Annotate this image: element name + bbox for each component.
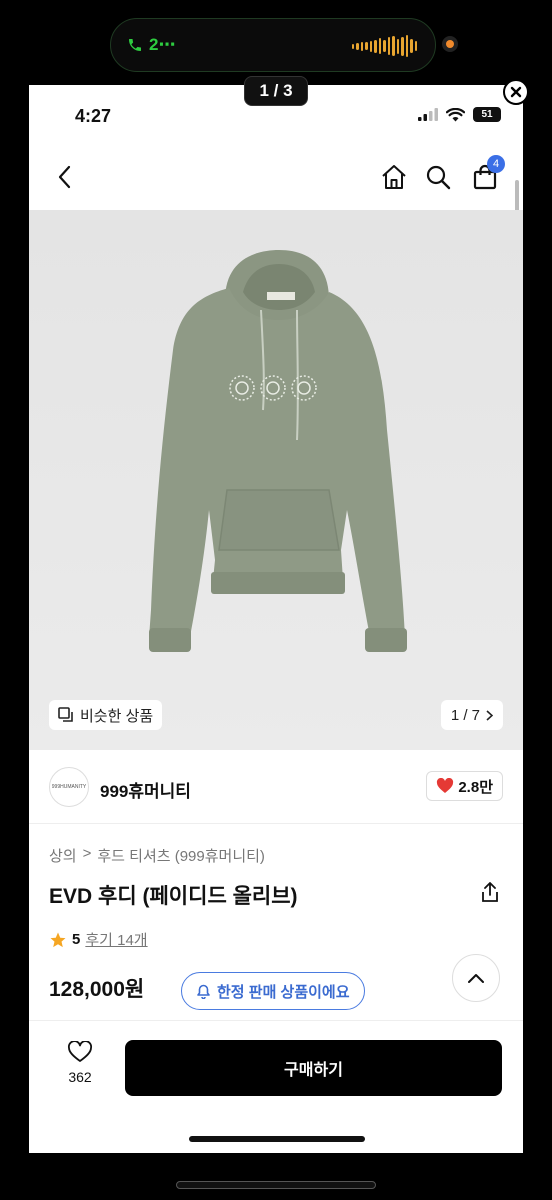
- product-price: 128,000원: [49, 978, 145, 1001]
- similar-products-label: 비슷한 상품: [80, 707, 154, 725]
- search-button[interactable]: [422, 161, 454, 193]
- home-indicator[interactable]: [189, 1136, 365, 1142]
- similar-products-button[interactable]: 비슷한 상품: [49, 700, 163, 730]
- brand-like-count: 2.8만: [458, 778, 493, 796]
- limited-sale-label: 한정 판매 상품이에요: [217, 983, 350, 1001]
- scroll-to-top-button[interactable]: [452, 954, 500, 1002]
- close-icon: [510, 86, 522, 98]
- heart-outline-icon: [68, 1041, 92, 1062]
- bell-icon: [197, 984, 210, 999]
- active-call-indicator[interactable]: 2⋯: [127, 35, 175, 55]
- copy-icon: [58, 707, 73, 722]
- star-icon: [50, 932, 66, 947]
- breadcrumb-category[interactable]: 상의: [49, 845, 77, 866]
- dynamic-island[interactable]: 2⋯: [110, 18, 436, 72]
- product-title: EVD 후디 (페이디드 올리브): [49, 885, 298, 908]
- photo-counter: 1 / 3: [244, 76, 308, 106]
- search-icon: [426, 165, 451, 190]
- chevron-up-icon: [468, 974, 484, 983]
- rating-score: 5: [72, 931, 81, 948]
- image-page-indicator[interactable]: 1 / 7: [440, 700, 503, 730]
- limited-sale-chip[interactable]: 한정 판매 상품이에요: [181, 972, 365, 1010]
- share-button[interactable]: [477, 879, 503, 905]
- brand-row[interactable]: 999HUMANITY 999휴머니티 2.8만: [29, 750, 523, 824]
- close-button[interactable]: [503, 79, 529, 105]
- buy-button[interactable]: 구매하기: [125, 1040, 502, 1096]
- hoodie-product-photo: [29, 210, 523, 750]
- reviews-link[interactable]: 후기 14개: [85, 929, 147, 950]
- breadcrumb-subcategory[interactable]: 후드 티셔츠 (999휴머니티): [97, 845, 265, 866]
- rating-summary[interactable]: 5 후기 14개: [49, 929, 148, 950]
- purchase-bar: 362 구매하기: [29, 1020, 523, 1153]
- image-counter-label: 1 / 7: [450, 706, 480, 724]
- share-icon: [482, 882, 498, 902]
- outer-home-indicator[interactable]: [176, 1181, 376, 1189]
- cart-button[interactable]: 4: [469, 155, 505, 193]
- brand-like-button[interactable]: 2.8만: [426, 771, 503, 801]
- category-breadcrumb[interactable]: 상의 > 후드 티셔츠 (999휴머니티): [49, 845, 265, 866]
- battery-icon: 51: [473, 107, 501, 122]
- status-time: 4:27: [75, 106, 112, 126]
- wishlist-count: 362: [68, 1069, 92, 1085]
- brand-logo: 999HUMANITY: [49, 767, 89, 807]
- back-button[interactable]: [49, 161, 81, 193]
- signal-icon: [418, 108, 438, 121]
- privacy-indicator-icon: [442, 36, 458, 52]
- app-screen: 4:27 51 4 비슷한 상품 1 / 7 999HUMANITY 999휴머…: [29, 85, 523, 1153]
- heart-filled-icon: [437, 778, 454, 793]
- wishlist-button[interactable]: 362: [54, 1041, 106, 1085]
- phone-icon: [129, 39, 141, 51]
- wifi-icon: [446, 107, 465, 121]
- call-label: 2⋯: [149, 35, 176, 54]
- top-navigation: 4: [29, 145, 523, 209]
- chevron-right-icon: [486, 709, 493, 721]
- home-icon: [382, 165, 406, 189]
- audio-waveform-icon: [351, 35, 417, 57]
- home-button[interactable]: [378, 161, 410, 193]
- cart-count-badge: 4: [487, 155, 505, 173]
- product-image-carousel[interactable]: 비슷한 상품 1 / 7: [29, 210, 523, 750]
- breadcrumb-separator: >: [82, 845, 92, 862]
- brand-name[interactable]: 999휴머니티: [100, 777, 191, 802]
- chevron-left-icon: [58, 165, 71, 189]
